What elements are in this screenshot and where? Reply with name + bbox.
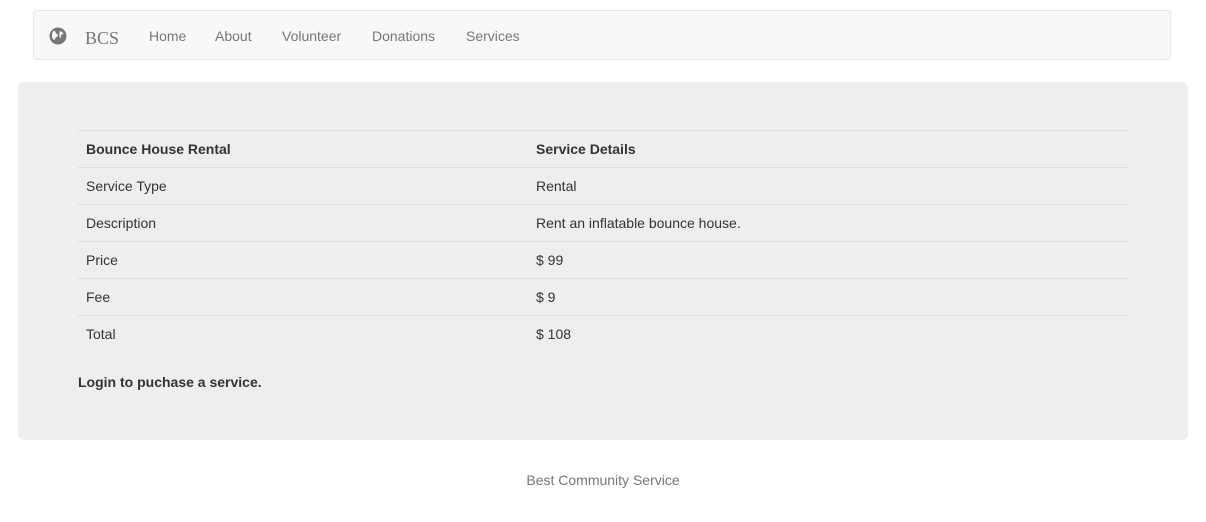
table-row: Price $ 99: [78, 241, 1128, 279]
table-row: Fee $ 9: [78, 278, 1128, 316]
row-label: Price: [78, 241, 528, 279]
globe-icon: [49, 27, 67, 45]
table-row: Service Type Rental: [78, 167, 1128, 205]
row-label: Fee: [78, 278, 528, 316]
table-header-row: Bounce House Rental Service Details: [78, 130, 1128, 168]
row-value: $ 9: [528, 278, 1128, 316]
footer-text: Best Community Service: [526, 472, 680, 488]
row-label: Total: [78, 315, 528, 352]
service-name-header: Bounce House Rental: [78, 130, 528, 168]
service-panel: Bounce House Rental Service Details Serv…: [18, 82, 1188, 440]
row-value: $ 99: [528, 241, 1128, 279]
brand-link[interactable]: BCS: [85, 28, 119, 48]
service-details-table: Bounce House Rental Service Details Serv…: [78, 130, 1128, 352]
nav-donations[interactable]: Donations: [372, 27, 435, 45]
table-row: Description Rent an inflatable bounce ho…: [78, 204, 1128, 242]
nav-home[interactable]: Home: [149, 27, 186, 45]
row-label: Service Type: [78, 167, 528, 205]
row-value: Rental: [528, 167, 1128, 205]
table-row: Total $ 108: [78, 315, 1128, 352]
login-message: Login to puchase a service.: [78, 374, 262, 390]
service-details-header: Service Details: [528, 130, 1128, 168]
row-value: Rent an inflatable bounce house.: [528, 204, 1128, 242]
row-label: Description: [78, 204, 528, 242]
nav-services[interactable]: Services: [466, 27, 520, 45]
top-navbar: BCS Home About Volunteer Donations Servi…: [33, 10, 1171, 60]
nav-about[interactable]: About: [215, 27, 252, 45]
nav-volunteer[interactable]: Volunteer: [282, 27, 341, 45]
row-value: $ 108: [528, 315, 1128, 352]
